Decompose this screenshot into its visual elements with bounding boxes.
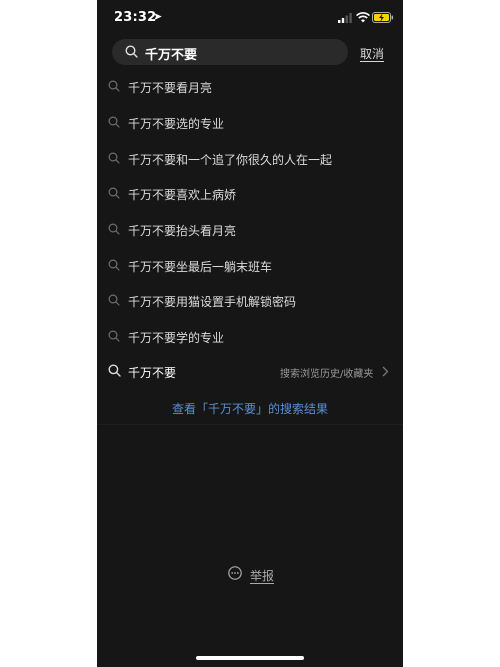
search-icon — [108, 330, 120, 342]
phone-screen: 23:32 ➤ 千万不要 取消 千万不要看月亮 千万不要选的专业 千万不要和一个… — [97, 0, 403, 667]
more-dots-icon — [228, 566, 242, 580]
search-icon — [108, 364, 121, 377]
suggestion-item[interactable]: 千万不要坐最后一躺末班车 — [97, 252, 403, 280]
search-icon — [108, 259, 120, 271]
search-icon — [108, 152, 120, 164]
report-button[interactable]: 举报 — [97, 565, 403, 585]
search-history-link[interactable]: 搜索浏览历史/收藏夹 — [280, 365, 373, 380]
location-arrow-icon: ➤ — [153, 10, 163, 23]
status-time: 23:32 — [114, 10, 157, 25]
cellular-signal-icon — [338, 13, 352, 23]
divider — [97, 424, 403, 425]
chevron-right-icon — [382, 366, 389, 377]
suggestion-item[interactable]: 千万不要和一个追了你很久的人在一起 — [97, 145, 403, 173]
search-query: 千万不要 — [145, 48, 198, 63]
suggestion-item[interactable]: 千万不要学的专业 — [97, 323, 403, 351]
suggestion-item[interactable]: 千万不要喜欢上病娇 — [97, 180, 403, 208]
search-icon — [108, 187, 120, 199]
status-bar: 23:32 ➤ — [97, 0, 403, 36]
suggestion-label: 千万不要选的专业 — [128, 117, 225, 131]
search-input[interactable]: 千万不要 — [112, 39, 348, 65]
search-icon — [125, 45, 138, 58]
history-query: 千万不要 — [128, 366, 177, 380]
search-icon — [108, 294, 120, 306]
search-icon — [108, 223, 120, 235]
suggestion-label: 千万不要坐最后一躺末班车 — [128, 260, 273, 274]
suggestion-label: 千万不要看月亮 — [128, 81, 213, 95]
suggestion-label: 千万不要喜欢上病娇 — [128, 188, 237, 202]
suggestion-label: 千万不要学的专业 — [128, 331, 225, 345]
suggestion-item[interactable]: 千万不要用猫设置手机解锁密码 — [97, 287, 403, 315]
suggestion-label: 千万不要和一个追了你很久的人在一起 — [128, 153, 333, 167]
view-search-results-link[interactable]: 查看「千万不要」的搜索结果 — [97, 400, 403, 417]
suggestion-item[interactable]: 千万不要看月亮 — [97, 73, 403, 101]
wifi-icon — [356, 12, 370, 23]
history-row[interactable]: 千万不要 搜索浏览历史/收藏夹 — [97, 359, 403, 385]
report-label: 举报 — [250, 569, 275, 583]
suggestion-item[interactable]: 千万不要选的专业 — [97, 109, 403, 137]
search-icon — [108, 80, 120, 92]
battery-charging-icon — [372, 12, 394, 23]
cancel-button[interactable]: 取消 — [360, 45, 384, 62]
suggestion-item[interactable]: 千万不要抬头看月亮 — [97, 216, 403, 244]
suggestion-label: 千万不要抬头看月亮 — [128, 224, 237, 238]
home-indicator[interactable] — [196, 656, 304, 660]
suggestion-label: 千万不要用猫设置手机解锁密码 — [128, 295, 297, 309]
search-icon — [108, 116, 120, 128]
